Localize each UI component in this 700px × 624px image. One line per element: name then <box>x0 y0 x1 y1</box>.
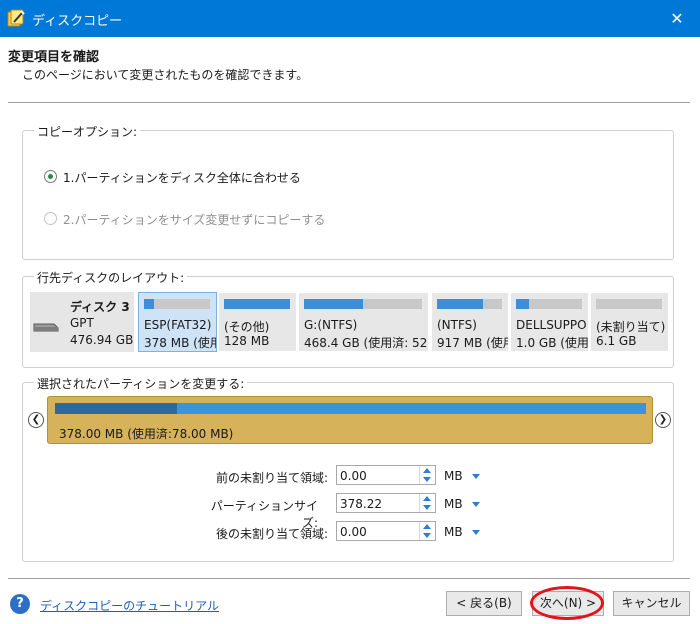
partition-ntfs[interactable]: (NTFS) 917 MB (使用 <box>431 292 509 352</box>
usage-bar <box>144 299 154 309</box>
resize-track[interactable] <box>55 403 646 414</box>
spin-up-icon[interactable] <box>423 468 431 473</box>
spin-down-icon[interactable] <box>423 533 431 538</box>
partition-name: (NTFS) <box>437 318 477 332</box>
highlight-annotation <box>530 586 604 620</box>
unit-dropdown-icon[interactable] <box>472 502 480 507</box>
header-divider <box>8 102 690 103</box>
window-title: ディスクコピー <box>32 14 123 29</box>
disk-info[interactable]: ディスク 3 GPT 476.94 GB <box>30 292 134 352</box>
spin-arrows[interactable] <box>419 494 435 512</box>
partition-resize-handle[interactable]: 378.00 MB (使用済:78.00 MB) <box>47 396 653 444</box>
tutorial-link[interactable]: ディスクコピーのチュートリアル <box>40 597 219 614</box>
usage-bar <box>224 299 290 309</box>
help-icon[interactable]: ? <box>10 594 30 614</box>
back-button[interactable]: < 戻る(B) <box>446 591 522 616</box>
after-unallocated-unit: MB <box>444 525 463 539</box>
partition-size: 917 MB (使用 <box>437 336 509 350</box>
partition-name: ESP(FAT32) <box>144 318 212 332</box>
close-button[interactable]: ✕ <box>654 0 700 37</box>
disk-name: ディスク 3 <box>70 300 130 314</box>
disk-size: 476.94 GB <box>70 333 134 347</box>
page-title: 変更項目を確認 <box>8 50 100 65</box>
spin-arrows[interactable] <box>419 466 435 484</box>
spin-up-icon[interactable] <box>423 524 431 529</box>
partition-size-unit: MB <box>444 497 463 511</box>
resize-summary: 378.00 MB (使用済:78.00 MB) <box>59 427 234 441</box>
partition-name: (未割り当て) <box>596 320 666 334</box>
after-unallocated-value[interactable]: 0.00 <box>340 525 367 539</box>
disk-icon <box>33 323 59 332</box>
partition-size: 6.1 GB <box>596 334 637 348</box>
option-fit-disk-label[interactable]: 1.パーティションをディスク全体に合わせる <box>63 169 301 186</box>
after-unallocated-input[interactable]: 0.00 <box>336 521 436 541</box>
usage-bar <box>304 299 363 309</box>
partition-other[interactable]: (その他) 128 MB <box>218 292 297 352</box>
unit-dropdown-icon[interactable] <box>472 530 480 535</box>
partition-size: 128 MB <box>224 334 270 348</box>
partition-dellsupport[interactable]: DELLSUPPO 1.0 GB (使用 <box>510 292 589 352</box>
partition-size: 1.0 GB (使用 <box>516 336 589 350</box>
disk-type: GPT <box>70 316 94 330</box>
partition-name: (その他) <box>224 320 270 334</box>
cancel-button[interactable]: キャンセル <box>613 591 690 616</box>
before-unallocated-value[interactable]: 0.00 <box>340 469 367 483</box>
before-unallocated-unit: MB <box>444 469 463 483</box>
copy-options-legend: コピーオプション: <box>34 123 141 140</box>
chevron-right-icon: ❯ <box>658 414 668 425</box>
partition-size: 468.4 GB (使用済: 52 <box>304 336 428 350</box>
partition-name: G:(NTFS) <box>304 318 358 332</box>
partition-size: 378 MB (使用 <box>144 336 217 350</box>
close-icon: ✕ <box>670 9 684 28</box>
spin-up-icon[interactable] <box>423 496 431 501</box>
chevron-left-icon: ❮ <box>31 414 41 425</box>
app-wand-icon <box>7 9 25 27</box>
partition-g-ntfs[interactable]: G:(NTFS) 468.4 GB (使用済: 52 <box>298 292 429 352</box>
partition-unallocated[interactable]: (未割り当て) 6.1 GB <box>590 292 669 352</box>
partition-size-input[interactable]: 378.22 <box>336 493 436 513</box>
scroll-right-button[interactable]: ❯ <box>655 412 671 428</box>
after-unallocated-label: 後の未割り当て領域: <box>215 527 328 541</box>
resize-legend: 選択されたパーティションを変更する: <box>34 375 248 392</box>
partition-size-value[interactable]: 378.22 <box>340 497 382 511</box>
page-subtitle: このページにおいて変更されたものを確認できます。 <box>22 68 309 82</box>
option-no-resize-radio <box>44 212 57 225</box>
before-unallocated-label: 前の未割り当て領域: <box>215 471 328 485</box>
disk-layout-legend: 行先ディスクのレイアウト: <box>34 269 188 286</box>
unit-dropdown-icon[interactable] <box>472 474 480 479</box>
partition-name: DELLSUPPO <box>516 318 587 332</box>
footer-divider <box>8 578 690 579</box>
partition-esp[interactable]: ESP(FAT32) 378 MB (使用 <box>138 292 217 352</box>
spin-arrows[interactable] <box>419 522 435 540</box>
scroll-left-button[interactable]: ❮ <box>28 412 44 428</box>
option-fit-disk-radio[interactable] <box>44 170 57 183</box>
usage-bar <box>437 299 483 309</box>
option-no-resize-label: 2.パーティションをサイズ変更せずにコピーする <box>63 213 326 227</box>
copy-options-group <box>22 130 674 260</box>
title-bar: ディスクコピー ✕ <box>0 0 700 37</box>
spin-down-icon[interactable] <box>423 505 431 510</box>
before-unallocated-input[interactable]: 0.00 <box>336 465 436 485</box>
usage-bar <box>516 299 530 309</box>
spin-down-icon[interactable] <box>423 477 431 482</box>
resize-used-bar <box>55 403 177 414</box>
